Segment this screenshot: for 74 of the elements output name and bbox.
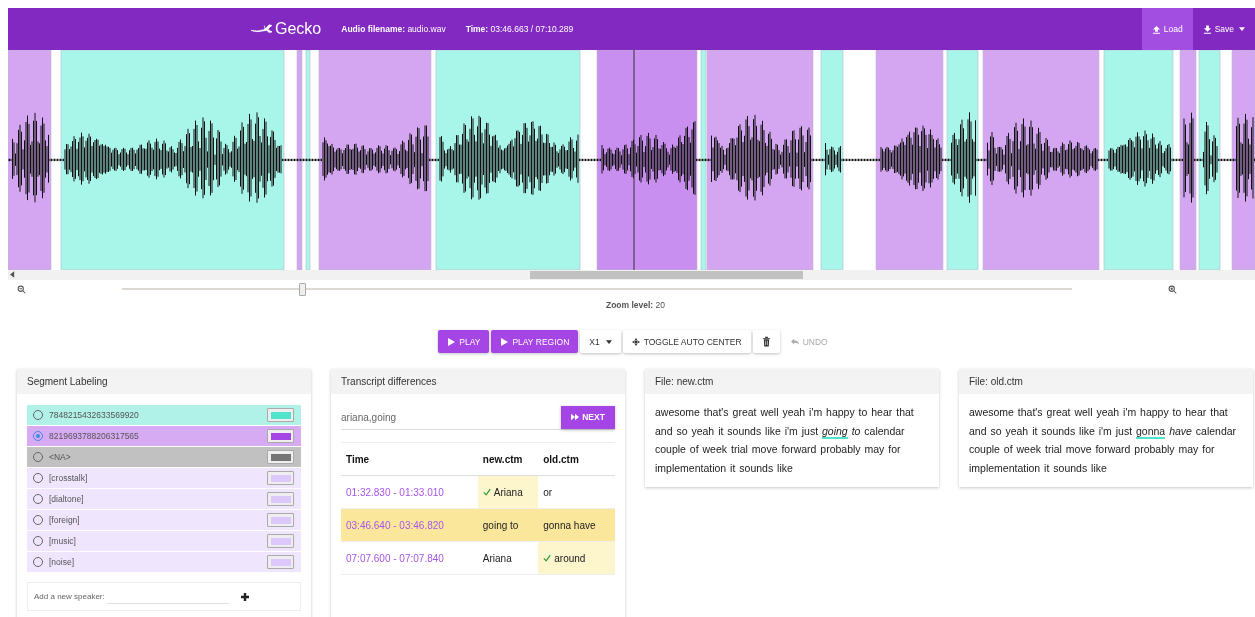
check-icon — [543, 553, 552, 562]
play-icon — [447, 337, 456, 346]
horizontal-scrollbar[interactable] — [8, 270, 1255, 280]
speaker-name: 7848215432633569920 — [49, 410, 140, 420]
panel-title: File: new.ctm — [645, 369, 939, 394]
speaker-row[interactable]: <NA> — [27, 447, 301, 467]
speaker-name: [dialtone] — [49, 494, 85, 504]
column-header: Time — [341, 442, 478, 476]
upload-icon — [1151, 24, 1161, 34]
panel-title: Transcript differences — [331, 369, 625, 394]
time-cell[interactable]: 01:32.830 - 01:33.010 — [341, 475, 478, 509]
color-swatch[interactable] — [267, 492, 294, 506]
check-icon — [482, 487, 491, 496]
caret-icon — [605, 339, 612, 344]
add-icon[interactable] — [240, 592, 249, 601]
speaker-row[interactable]: [noise] — [27, 552, 301, 572]
download-icon — [1202, 24, 1212, 34]
save-button[interactable]: Save — [1192, 8, 1255, 50]
speaker-row[interactable]: [music] — [27, 531, 301, 551]
color-swatch[interactable] — [267, 471, 294, 485]
difference-row[interactable]: 03:46.640 - 03:46.820 going to gonna have — [341, 508, 615, 542]
audio-filename: Audio filename: audio.wav — [341, 24, 446, 34]
speaker-row[interactable]: [crosstalk] — [27, 468, 301, 488]
word-cell: Ariana — [477, 475, 539, 509]
fast-forward-icon — [571, 413, 580, 421]
color-swatch[interactable] — [267, 450, 294, 464]
speaker-name: 8219693788206317565 — [49, 431, 140, 441]
word-cell: going to — [477, 508, 539, 542]
word-cell: around — [538, 541, 615, 575]
color-swatch[interactable] — [267, 408, 294, 422]
speed-dropdown[interactable]: X1 — [580, 330, 621, 353]
waveform-drawing[interactable] — [8, 50, 1255, 270]
speaker-row[interactable]: [dialtone] — [27, 489, 301, 509]
transcript-text: awesome that's great well yeah i'm happy to hear that and so yeah it sounds like i'm just going to calendar couple of week trial move forward probably may for implementation it sounds like — [654, 405, 915, 476]
color-swatch[interactable] — [267, 513, 294, 527]
column-header: old.ctm — [538, 442, 615, 476]
difference-row[interactable]: 01:32.830 - 01:33.010 Ariana or — [341, 475, 615, 509]
time-display: Time: 03:46.663 / 07:10.289 — [465, 24, 574, 34]
column-header: new.ctm — [477, 442, 539, 476]
difference-row[interactable]: 07:07.600 - 07:07.840 Ariana around — [341, 541, 615, 575]
panel-title: Segment Labeling — [17, 369, 311, 394]
speaker-name: <NA> — [49, 452, 72, 462]
zoom-out-icon[interactable] — [17, 285, 26, 294]
zoom-level-label: Zoom level: 20 — [604, 300, 667, 310]
speaker-name: [crosstalk] — [49, 473, 89, 483]
next-button[interactable]: NEXT — [561, 405, 615, 429]
speaker-row[interactable]: 8219693788206317565 — [27, 426, 301, 446]
logo-text: Gecko — [275, 20, 322, 38]
scroll-left-icon[interactable] — [10, 271, 15, 278]
speaker-row[interactable]: [foreign] — [27, 510, 301, 530]
crosshair-icon — [631, 337, 640, 346]
word-cell: or — [538, 475, 615, 509]
transcript-text: awesome that's great well yeah i'm happy to hear that and so yeah it sounds like i'm just gonna have calendar couple of week trial move forward probably may for implementation it sounds like — [968, 405, 1238, 476]
time-cell[interactable]: 07:07.600 - 07:07.840 — [341, 541, 478, 575]
color-swatch[interactable] — [267, 429, 294, 443]
play-icon — [500, 337, 509, 346]
color-swatch[interactable] — [267, 534, 294, 548]
speaker-name: [foreign] — [49, 515, 81, 525]
word-cell: gonna have — [538, 508, 615, 542]
undo-icon — [790, 337, 799, 346]
load-button[interactable]: Load — [1141, 8, 1193, 50]
play-button[interactable]: PLAY REGION — [491, 330, 579, 353]
speaker-name: [music] — [49, 536, 77, 546]
zoom-in-icon[interactable] — [1168, 285, 1177, 294]
delete-button[interactable] — [752, 330, 780, 353]
speaker-name: [noise] — [49, 557, 76, 567]
trash-icon — [761, 336, 771, 347]
panel-title: File: old.ctm — [959, 369, 1253, 394]
time-cell[interactable]: 03:46.640 - 03:46.820 — [341, 508, 478, 542]
add-speaker-label: Add a new speaker: — [34, 592, 105, 601]
speaker-row[interactable]: 7848215432633569920 — [27, 405, 301, 425]
play-button[interactable]: PLAY — [438, 330, 490, 353]
color-swatch[interactable] — [267, 555, 294, 569]
auto-center-button[interactable]: TOGGLE AUTO CENTER — [622, 330, 751, 353]
